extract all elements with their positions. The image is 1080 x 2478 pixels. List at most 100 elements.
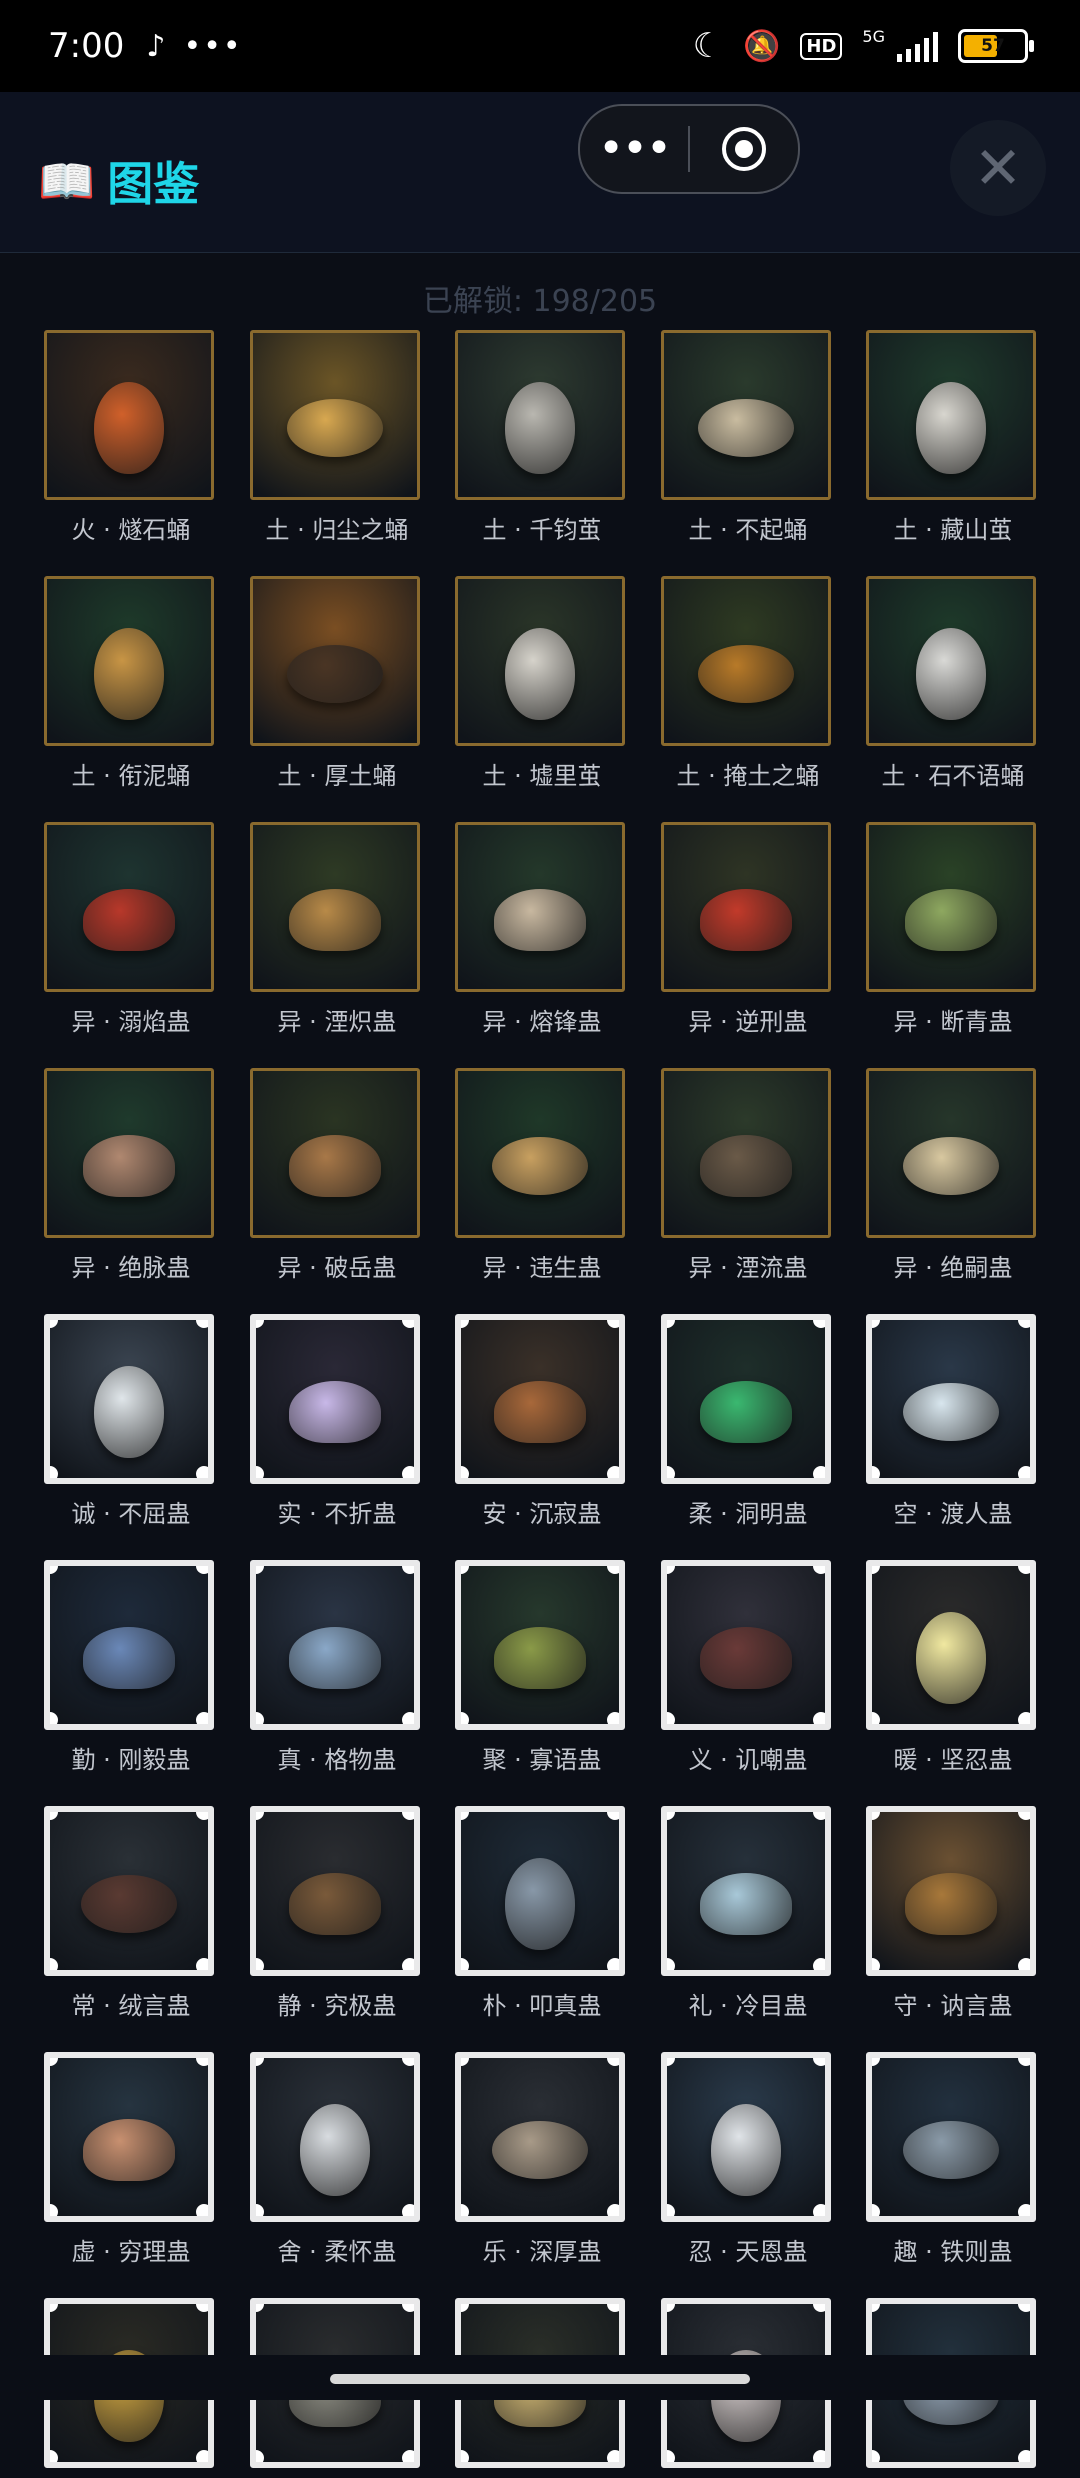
codex-item-image	[661, 330, 831, 500]
creature-icon	[505, 628, 575, 721]
codex-item-image	[44, 1560, 214, 1730]
codex-item[interactable]: 空 · 渡人蛊	[866, 1314, 1040, 1529]
codex-item[interactable]: 异 · 断青蛊	[866, 822, 1040, 1037]
codex-item[interactable]: 异 · 湮流蛊	[661, 1068, 835, 1283]
codex-item[interactable]: 土 · 掩土之蛹	[661, 576, 835, 791]
codex-item[interactable]: 土 · 衔泥蛹	[44, 576, 218, 791]
creature-icon	[289, 1626, 381, 1689]
codex-item[interactable]: 土 · 厚土蛹	[250, 576, 424, 791]
codex-item-image	[661, 2052, 831, 2222]
creature-icon	[289, 889, 381, 952]
codex-item[interactable]: 真 · 格物蛊	[250, 1560, 424, 1775]
codex-item-image	[661, 822, 831, 992]
codex-item[interactable]: 勤 · 刚毅蛊	[44, 1560, 218, 1775]
codex-item[interactable]: 礼 · 冷目蛊	[661, 1806, 835, 2021]
codex-item[interactable]: 土 · 千钧茧	[455, 330, 629, 545]
creature-icon	[916, 382, 986, 475]
codex-item-image	[250, 2052, 420, 2222]
creature-icon	[300, 2103, 370, 2196]
codex-item-image	[44, 822, 214, 992]
codex-item-image	[250, 576, 420, 746]
codex-item-image	[455, 1068, 625, 1238]
codex-item[interactable]: 诚 · 不屈蛊	[44, 1314, 218, 1529]
codex-item[interactable]: 趣 · 铁则蛊	[866, 2052, 1040, 2267]
creature-icon	[287, 645, 383, 704]
codex-item-image	[455, 822, 625, 992]
codex-item[interactable]: 异 · 湮炽蛊	[250, 822, 424, 1037]
codex-item-image	[250, 1314, 420, 1484]
codex-item-image	[866, 1314, 1036, 1484]
codex-item-image	[44, 1068, 214, 1238]
codex-item[interactable]: 异 · 绝脉蛊	[44, 1068, 218, 1283]
creature-icon	[492, 1137, 588, 1196]
codex-item-label: 异 · 绝嗣蛊	[893, 1254, 1013, 1282]
codex-item[interactable]: 虚 · 穷理蛊	[44, 2052, 218, 2267]
codex-item[interactable]: 异 · 逆刑蛊	[661, 822, 835, 1037]
codex-item-image	[455, 1560, 625, 1730]
codex-item[interactable]: 火 · 燧石蛹	[44, 330, 218, 545]
codex-item-label: 安 · 沉寂蛊	[482, 1500, 602, 1528]
codex-item-label: 土 · 墟里茧	[482, 762, 602, 790]
codex-item-image	[661, 1560, 831, 1730]
codex-item-label: 朴 · 叩真蛊	[482, 1992, 602, 2020]
codex-item[interactable]: 聚 · 寡语蛊	[455, 1560, 629, 1775]
codex-item-label: 礼 · 冷目蛊	[688, 1992, 808, 2020]
creature-icon	[916, 1611, 986, 1704]
codex-item[interactable]: 乐 · 深厚蛊	[455, 2052, 629, 2267]
codex-item[interactable]: 柔 · 洞明蛊	[661, 1314, 835, 1529]
codex-item[interactable]: 土 · 石不语蛹	[866, 576, 1040, 791]
codex-item[interactable]: 土 · 归尘之蛹	[250, 330, 424, 545]
creature-icon	[700, 1626, 792, 1689]
codex-item-label: 异 · 断青蛊	[893, 1008, 1013, 1036]
codex-item[interactable]: 异 · 溺焰蛊	[44, 822, 218, 1037]
codex-item[interactable]: 实 · 不折蛊	[250, 1314, 424, 1529]
codex-item-label: 土 · 掩土之蛹	[676, 762, 820, 790]
codex-item-label: 暖 · 坚忍蛊	[893, 1746, 1013, 1774]
codex-item[interactable]: 朴 · 叩真蛊	[455, 1806, 629, 2021]
home-indicator[interactable]	[330, 2374, 750, 2384]
codex-item-label: 勤 · 刚毅蛊	[71, 1746, 191, 1774]
codex-item-image	[866, 2052, 1036, 2222]
codex-item-label: 舍 · 柔怀蛊	[277, 2238, 397, 2266]
codex-item-image	[661, 1068, 831, 1238]
codex-item[interactable]: 静 · 究极蛊	[250, 1806, 424, 2021]
codex-item-image	[866, 1560, 1036, 1730]
creature-icon	[287, 399, 383, 458]
codex-item-image	[866, 822, 1036, 992]
codex-item-image	[866, 1806, 1036, 1976]
creature-icon	[505, 1857, 575, 1950]
codex-item-label: 异 · 绝脉蛊	[71, 1254, 191, 1282]
codex-item-label: 异 · 溺焰蛊	[71, 1008, 191, 1036]
creature-icon	[81, 1874, 177, 1933]
codex-item-image	[661, 576, 831, 746]
codex-item[interactable]: 守 · 讷言蛊	[866, 1806, 1040, 2021]
codex-item[interactable]: 土 · 不起蛹	[661, 330, 835, 545]
codex-item-image	[44, 576, 214, 746]
codex-item-image	[44, 2052, 214, 2222]
codex-item-label: 异 · 湮流蛊	[688, 1254, 808, 1282]
codex-item[interactable]: 异 · 破岳蛊	[250, 1068, 424, 1283]
codex-item[interactable]: 安 · 沉寂蛊	[455, 1314, 629, 1529]
codex-item[interactable]: 异 · 违生蛊	[455, 1068, 629, 1283]
codex-item-label: 空 · 渡人蛊	[893, 1500, 1013, 1528]
creature-icon	[700, 889, 792, 952]
codex-item-image	[250, 1068, 420, 1238]
codex-item-label: 土 · 千钧茧	[482, 516, 602, 544]
creature-icon	[700, 1380, 792, 1443]
codex-item-label: 聚 · 寡语蛊	[482, 1746, 602, 1774]
codex-item[interactable]: 忍 · 天恩蛊	[661, 2052, 835, 2267]
codex-item-label: 土 · 石不语蛹	[881, 762, 1025, 790]
codex-item[interactable]: 舍 · 柔怀蛊	[250, 2052, 424, 2267]
creature-icon	[83, 2118, 175, 2181]
codex-item-image	[455, 330, 625, 500]
codex-item-label: 异 · 逆刑蛊	[688, 1008, 808, 1036]
codex-item[interactable]: 常 · 绒言蛊	[44, 1806, 218, 2021]
creature-icon	[700, 1135, 792, 1198]
codex-item[interactable]: 异 · 绝嗣蛊	[866, 1068, 1040, 1283]
codex-item[interactable]: 义 · 讥嘲蛊	[661, 1560, 835, 1775]
codex-item-image	[44, 1806, 214, 1976]
codex-item[interactable]: 暖 · 坚忍蛊	[866, 1560, 1040, 1775]
codex-item[interactable]: 异 · 熔锋蛊	[455, 822, 629, 1037]
codex-item[interactable]: 土 · 墟里茧	[455, 576, 629, 791]
codex-item[interactable]: 土 · 藏山茧	[866, 330, 1040, 545]
